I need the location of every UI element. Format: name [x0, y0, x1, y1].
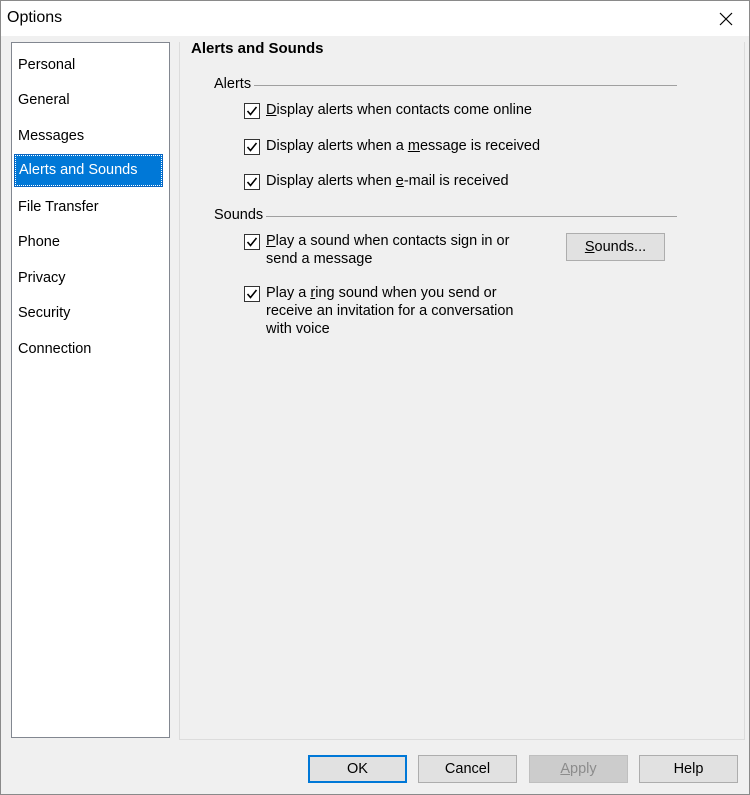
sound-contacts-sign-in-checkbox[interactable]: Play a sound when contacts sign in or sen… — [244, 232, 509, 268]
alert-message-received-checkbox[interactable]: Display alerts when a message is receive… — [244, 137, 540, 155]
alert-contacts-online-checkbox[interactable]: Display alerts when contacts come online — [244, 101, 532, 119]
alerts-group-divider — [214, 85, 677, 86]
sidebar-item-label: Personal — [18, 57, 76, 73]
checkbox-label: Play a ring sound when you send or receiv… — [266, 285, 514, 337]
help-button[interactable]: Help — [639, 755, 738, 783]
sidebar-item-label: Privacy — [18, 270, 66, 286]
checkmark-icon — [246, 142, 258, 152]
checkbox-box[interactable] — [244, 139, 260, 155]
checkbox-box[interactable] — [244, 286, 260, 302]
cancel-button[interactable]: Cancel — [418, 755, 517, 783]
window-title: Options — [7, 9, 63, 26]
sidebar-item-security[interactable]: Security — [14, 298, 167, 328]
checkbox-box[interactable] — [244, 234, 260, 250]
alerts-group-label: Alerts — [214, 76, 255, 92]
checkbox-label: Play a sound when contacts sign in or sen… — [266, 233, 510, 267]
sidebar-item-label: Phone — [18, 234, 60, 250]
sidebar-item-label: Connection — [18, 341, 92, 357]
sidebar-item-privacy[interactable]: Privacy — [14, 263, 167, 293]
title-bar: Options — [1, 1, 749, 36]
checkbox-box[interactable] — [244, 174, 260, 190]
sounds-button[interactable]: Sounds... — [566, 233, 665, 261]
sidebar-item-label: Alerts and Sounds — [19, 162, 138, 178]
category-list[interactable]: Personal General Messages Alerts and Sou… — [11, 42, 170, 738]
ok-button[interactable]: OK — [308, 755, 407, 783]
checkbox-label: Display alerts when contacts come online — [266, 102, 532, 118]
checkmark-icon — [246, 237, 258, 247]
sidebar-item-label: File Transfer — [18, 199, 99, 215]
sidebar-item-phone[interactable]: Phone — [14, 227, 167, 257]
checkbox-label: Display alerts when e-mail is received — [266, 173, 509, 189]
sounds-group-divider — [214, 216, 677, 217]
sidebar-item-general[interactable]: General — [14, 85, 167, 115]
sidebar-item-label: Security — [18, 305, 71, 321]
checkbox-box[interactable] — [244, 103, 260, 119]
sidebar-item-alerts-and-sounds[interactable]: Alerts and Sounds — [14, 154, 163, 187]
sounds-group-label: Sounds — [214, 207, 267, 223]
checkmark-icon — [246, 177, 258, 187]
sound-ring-invitation-checkbox[interactable]: Play a ring sound when you send or receiv… — [244, 284, 513, 338]
sidebar-item-messages[interactable]: Messages — [14, 121, 167, 151]
close-button[interactable] — [703, 1, 749, 36]
sidebar-item-file-transfer[interactable]: File Transfer — [14, 192, 167, 222]
alert-email-received-checkbox[interactable]: Display alerts when e-mail is received — [244, 172, 509, 190]
close-icon — [719, 12, 733, 25]
apply-button[interactable]: Apply — [529, 755, 628, 783]
sidebar-item-label: Messages — [18, 128, 85, 144]
checkmark-icon — [246, 106, 258, 116]
checkmark-icon — [246, 289, 258, 299]
sidebar-item-personal[interactable]: Personal — [14, 50, 167, 80]
checkbox-label: Display alerts when a message is receive… — [266, 138, 541, 154]
sidebar-item-connection[interactable]: Connection — [14, 334, 167, 364]
sidebar-item-label: General — [18, 92, 70, 108]
page-title: Alerts and Sounds — [191, 40, 324, 57]
